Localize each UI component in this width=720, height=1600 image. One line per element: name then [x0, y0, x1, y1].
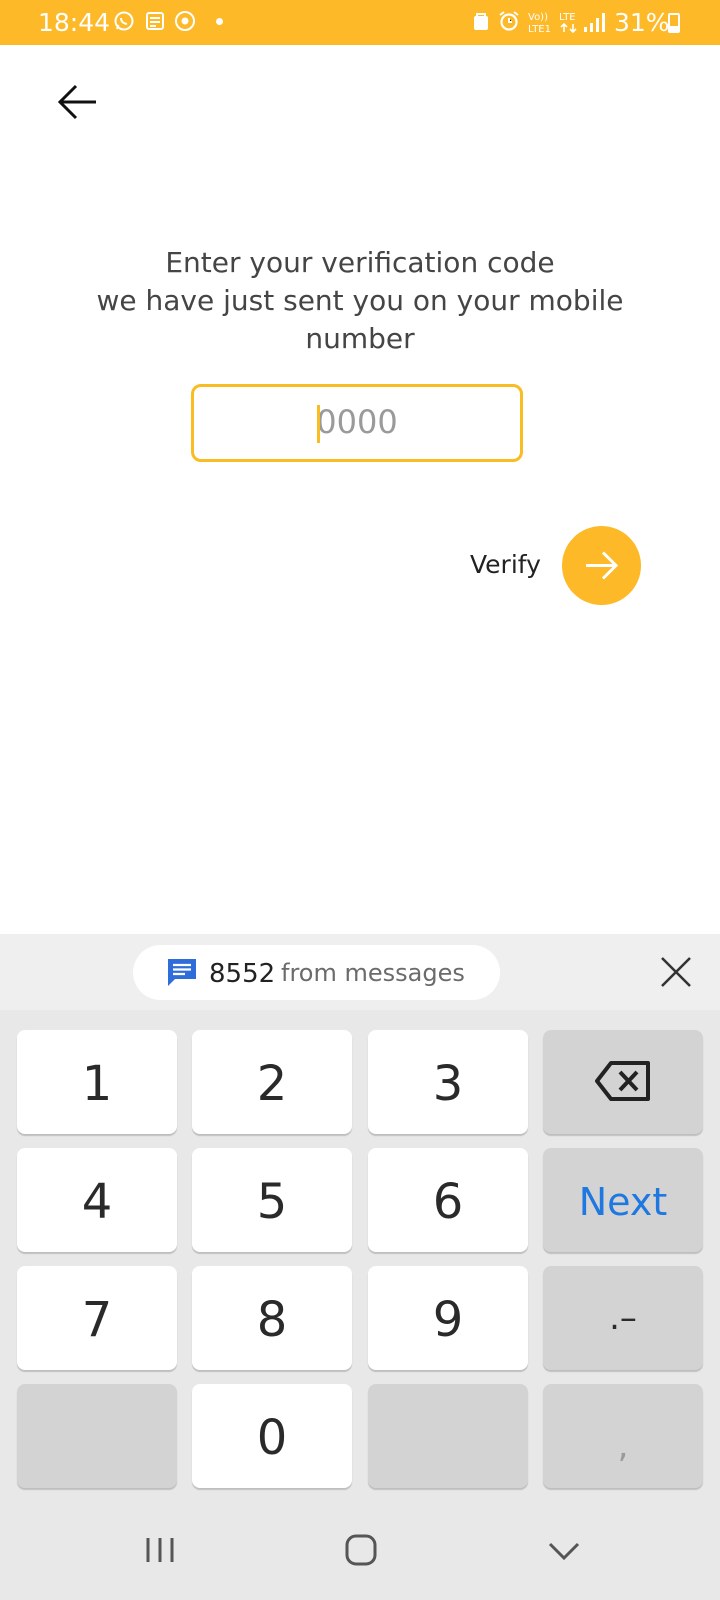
suggestion-bar: 8552 from messages [0, 934, 720, 1010]
text-cursor [317, 405, 320, 443]
verification-code-input[interactable]: 0000 [191, 384, 523, 462]
close-icon[interactable] [656, 952, 696, 992]
backspace-icon [595, 1061, 650, 1101]
key-label: 4 [81, 1174, 113, 1230]
verify-button[interactable] [562, 526, 641, 605]
key-blank-middle [368, 1384, 528, 1488]
key-symbols-label: .– [609, 1298, 637, 1338]
code-placeholder: 0000 [316, 403, 398, 441]
status-time: 18:44 [38, 8, 111, 37]
key-5[interactable]: 5 [192, 1148, 352, 1252]
back-arrow-icon[interactable] [50, 78, 106, 126]
key-3[interactable]: 3 [368, 1030, 528, 1134]
recent-apps-icon[interactable] [130, 1528, 190, 1572]
key-label: 9 [432, 1292, 464, 1348]
suggested-code: 8552 [209, 959, 276, 989]
hide-keyboard-icon[interactable] [534, 1528, 594, 1572]
app-lock-icon [474, 13, 488, 30]
battery-fill [670, 26, 678, 31]
key-8[interactable]: 8 [192, 1266, 352, 1370]
signal-icon [584, 13, 605, 32]
volte-top-label: Vo)) [528, 12, 548, 23]
key-1[interactable]: 1 [17, 1030, 177, 1134]
battery-percentage: 31% [614, 8, 670, 37]
status-bar: 18:44 Vo)) LTE1 LTE 31% [0, 0, 720, 45]
chrome-icon [175, 11, 195, 31]
volte-bottom-label: LTE1 [528, 24, 551, 34]
key-9[interactable]: 9 [368, 1266, 528, 1370]
arrow-right-icon [586, 551, 619, 580]
key-label: 5 [256, 1174, 288, 1230]
key-comma-label: , [617, 1426, 629, 1466]
instruction-line-2: we have just sent you on your mobile [96, 284, 624, 317]
key-label: 3 [432, 1056, 464, 1112]
battery-icon [668, 13, 680, 33]
lte-label: LTE [559, 12, 576, 23]
lte-icon: LTE [559, 12, 577, 34]
key-0[interactable]: 0 [192, 1384, 352, 1488]
alarm-icon [499, 11, 519, 31]
key-next-label: Next [578, 1180, 668, 1224]
key-comma[interactable]: , [543, 1384, 703, 1488]
key-label: 1 [81, 1056, 113, 1112]
whatsapp-icon [114, 11, 134, 31]
key-blank-left [17, 1384, 177, 1488]
key-label: 0 [256, 1410, 288, 1466]
home-icon[interactable] [331, 1528, 391, 1572]
instruction-line-3: number [305, 322, 415, 355]
key-backspace[interactable] [543, 1030, 703, 1134]
message-icon [168, 959, 196, 986]
key-symbols[interactable]: .– [543, 1266, 703, 1370]
volte-icon: Vo)) LTE1 [528, 12, 551, 34]
navigation-bar [0, 1500, 720, 1600]
otp-suggestion-chip[interactable]: 8552 from messages [133, 945, 500, 1000]
key-label: 2 [256, 1056, 288, 1112]
suggestion-source: from messages [281, 959, 465, 987]
news-icon [146, 12, 164, 30]
key-next[interactable]: Next [543, 1148, 703, 1252]
verify-label[interactable]: Verify [470, 550, 541, 579]
notification-dot [216, 18, 223, 25]
key-label: 8 [256, 1292, 288, 1348]
key-label: 6 [432, 1174, 464, 1230]
key-7[interactable]: 7 [17, 1266, 177, 1370]
key-label: 7 [81, 1292, 113, 1348]
key-4[interactable]: 4 [17, 1148, 177, 1252]
key-2[interactable]: 2 [192, 1030, 352, 1134]
key-6[interactable]: 6 [368, 1148, 528, 1252]
instruction-line-1: Enter your verification code [165, 246, 555, 279]
